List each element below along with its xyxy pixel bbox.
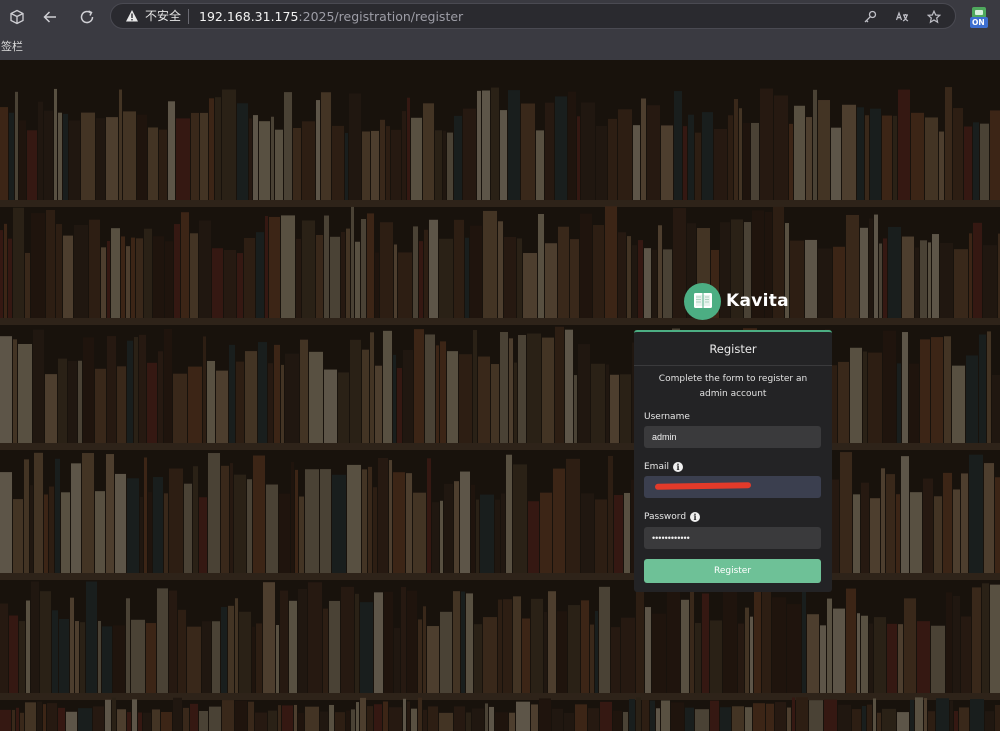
- card-divider: [634, 365, 832, 366]
- key-icon[interactable]: [861, 8, 879, 26]
- email-label: Email i: [644, 462, 683, 472]
- page-viewport: Kavita Register Complete the form to reg…: [0, 60, 1000, 731]
- url-host: 192.168.31.175: [199, 9, 299, 24]
- warning-triangle-icon[interactable]: [125, 9, 139, 23]
- bookmarks-bar-label[interactable]: 签栏: [1, 38, 23, 54]
- address-divider: [188, 9, 189, 24]
- register-card: Register Complete the form to register a…: [634, 330, 832, 592]
- card-description: Complete the form to register an admin a…: [658, 374, 808, 399]
- password-label-text: Password: [644, 512, 687, 522]
- brand: Kavita: [684, 282, 789, 320]
- register-button[interactable]: Register: [644, 559, 821, 583]
- username-label: Username: [644, 412, 690, 422]
- arrow-left-icon[interactable]: [38, 5, 62, 29]
- star-icon[interactable]: [925, 8, 943, 26]
- extension-badge: ON: [972, 18, 985, 27]
- extension-icon[interactable]: ON: [969, 7, 989, 29]
- info-icon[interactable]: i: [690, 512, 701, 522]
- brand-name: Kavita: [726, 291, 789, 311]
- password-input[interactable]: [644, 527, 821, 549]
- browser-toolbar: 不安全 192.168.31.175:2025/registration/reg…: [0, 0, 1000, 34]
- book-icon: [684, 282, 721, 320]
- email-label-text: Email: [644, 462, 669, 472]
- background-overlay: [0, 60, 1000, 731]
- translate-icon[interactable]: [893, 8, 911, 26]
- card-title: Register: [709, 342, 757, 356]
- username-input[interactable]: [644, 426, 821, 448]
- tab-overview-icon[interactable]: [5, 5, 29, 29]
- bookmarks-bar: 签栏: [0, 34, 1000, 60]
- username-label-text: Username: [644, 412, 690, 422]
- url-path: :2025/registration/register: [298, 9, 464, 24]
- reload-icon[interactable]: [75, 5, 99, 29]
- security-status[interactable]: 不安全: [145, 9, 181, 23]
- browser-chrome: 不安全 192.168.31.175:2025/registration/reg…: [0, 0, 1000, 60]
- email-field: [644, 476, 821, 498]
- url-text[interactable]: 192.168.31.175:2025/registration/registe…: [199, 9, 463, 24]
- info-icon[interactable]: i: [672, 462, 683, 472]
- address-bar[interactable]: 不安全 192.168.31.175:2025/registration/reg…: [110, 3, 956, 29]
- password-label: Password i: [644, 512, 701, 522]
